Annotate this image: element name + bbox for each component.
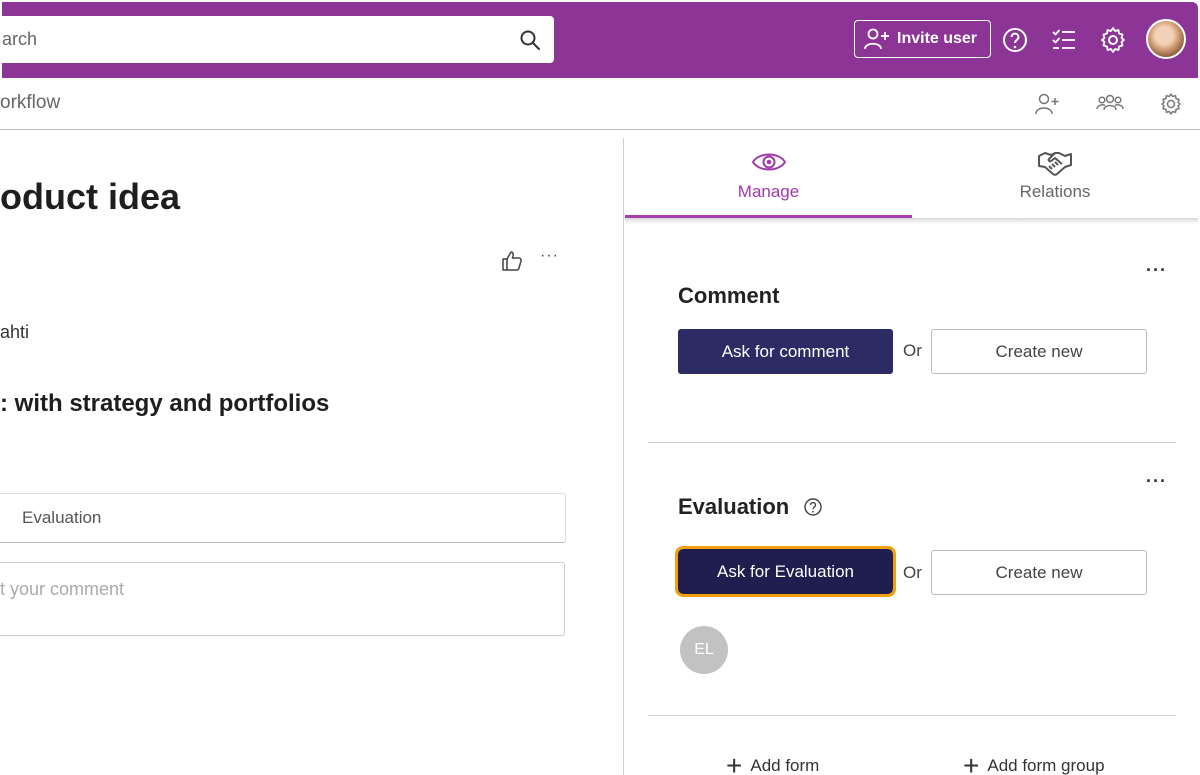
ask-for-evaluation-button[interactable]: Ask for Evaluation <box>675 546 896 597</box>
add-form-group-label: Add form group <box>987 756 1105 775</box>
gear-icon[interactable] <box>1157 90 1185 118</box>
search-input[interactable]: arch <box>2 29 37 50</box>
user-avatar[interactable] <box>1146 19 1186 59</box>
assignee-avatar[interactable]: EL <box>680 626 728 674</box>
add-form-button[interactable]: + Add form <box>726 750 820 775</box>
invite-user-button[interactable]: Invite user <box>854 20 991 58</box>
add-form-group-button[interactable]: + Add form group <box>963 750 1105 775</box>
tab-shadow <box>625 218 1198 224</box>
tab-manage-label: Manage <box>737 182 800 201</box>
page-title: oduct idea <box>0 176 181 217</box>
or-label: Or <box>903 563 922 582</box>
section-divider <box>648 715 1176 716</box>
evaluation-more-button[interactable]: ··· <box>1146 471 1167 492</box>
checklist-icon[interactable] <box>1050 26 1078 54</box>
tab-manage[interactable]: Manage <box>625 138 912 218</box>
add-form-label: Add form <box>750 756 820 775</box>
workflow-bar: orkflow <box>0 80 1200 130</box>
owner-name: ahti <box>0 322 30 342</box>
help-icon[interactable] <box>803 497 823 517</box>
section-heading: : with strategy and portfolios <box>0 390 330 417</box>
invite-user-label: Invite user <box>897 30 978 47</box>
person-add-icon[interactable] <box>1033 90 1061 118</box>
or-label: Or <box>903 341 922 360</box>
group-icon[interactable] <box>1096 90 1124 118</box>
evaluation-section-title: Evaluation <box>678 494 790 519</box>
gear-icon[interactable] <box>1099 26 1127 54</box>
comment-more-button[interactable]: ··· <box>1146 260 1167 281</box>
evaluation-tab-label: Evaluation <box>22 508 102 527</box>
thumbs-up-icon[interactable] <box>500 249 524 273</box>
tab-relations[interactable]: Relations <box>912 138 1198 218</box>
app-window: arch Invite user orkflow oduct idea ··· … <box>0 0 1200 775</box>
comment-section-title: Comment <box>678 283 780 308</box>
plus-icon: + <box>726 750 743 775</box>
search-icon[interactable] <box>518 28 542 52</box>
comment-placeholder: t your comment <box>0 579 125 599</box>
workflow-title: orkflow <box>0 92 61 113</box>
more-options-button[interactable]: ··· <box>540 247 559 265</box>
comment-input[interactable]: t your comment <box>0 562 565 636</box>
search-field[interactable]: arch <box>2 16 554 63</box>
create-new-comment-button[interactable]: Create new <box>931 329 1147 374</box>
handshake-icon <box>1038 152 1072 176</box>
evaluation-tab[interactable]: Evaluation <box>0 493 566 543</box>
ask-for-comment-button[interactable]: Ask for comment <box>678 329 893 374</box>
help-icon[interactable] <box>1001 26 1029 54</box>
panel-divider <box>623 138 624 775</box>
plus-icon: + <box>963 750 980 775</box>
section-divider <box>648 442 1176 443</box>
top-bar: arch Invite user <box>2 2 1198 78</box>
eye-icon <box>751 153 786 171</box>
person-add-icon <box>864 28 889 50</box>
tab-relations-label: Relations <box>1019 182 1091 201</box>
create-new-evaluation-button[interactable]: Create new <box>931 550 1147 595</box>
